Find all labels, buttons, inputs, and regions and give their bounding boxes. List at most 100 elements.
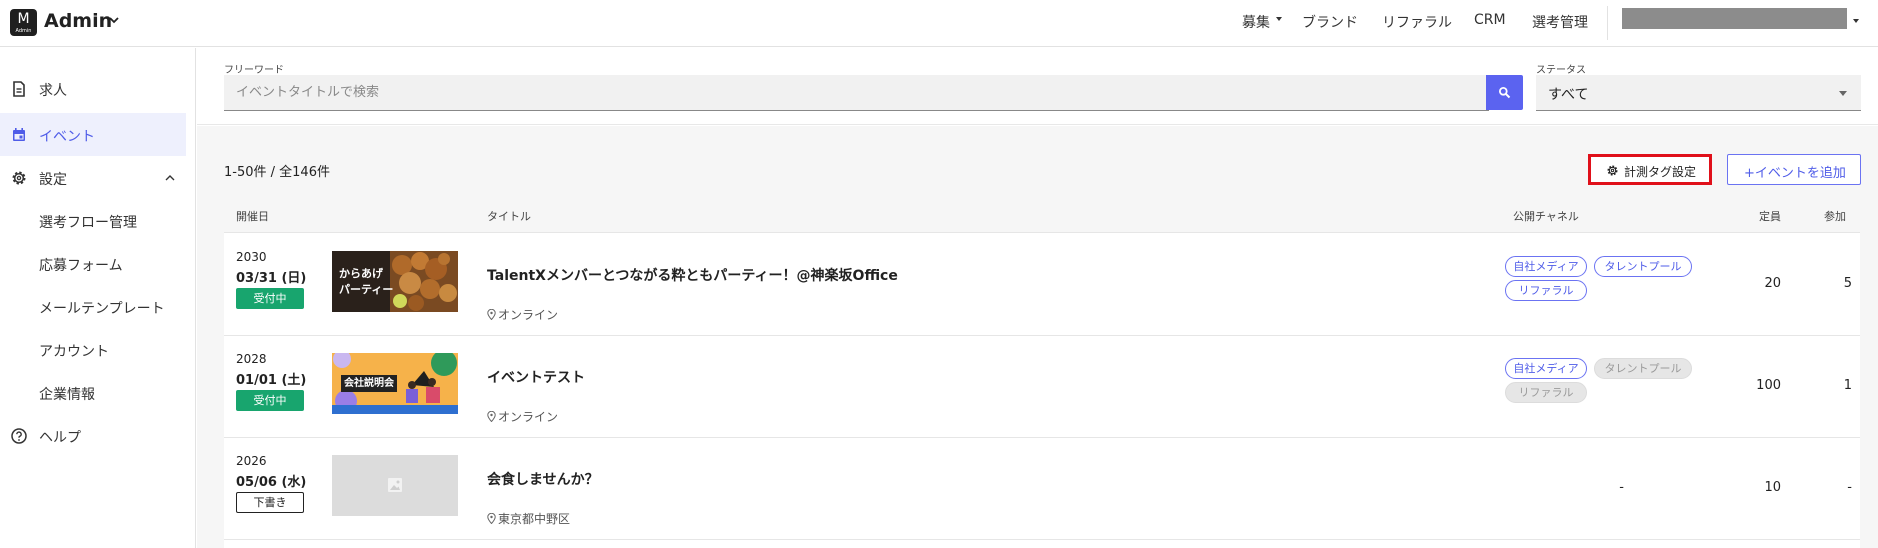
keyword-field — [224, 75, 1489, 111]
table-header: 開催日 タイトル 公開チャネル 定員 参加 — [224, 198, 1860, 233]
chevron-up-icon[interactable] — [164, 172, 176, 184]
nav-divider — [1607, 6, 1608, 40]
event-capacity: 20 — [1764, 276, 1781, 291]
button-label: +イベントを追加 — [1744, 166, 1846, 181]
calendar-icon — [13, 128, 25, 141]
event-title[interactable]: 会食しませんか？ — [487, 469, 599, 489]
column-header-capacity: 定員 — [1759, 210, 1781, 223]
result-count: 1-50件 / 全146件 — [224, 165, 330, 180]
channel-chip-referral: リファラル — [1505, 280, 1587, 301]
location-text: オンライン — [498, 410, 559, 424]
sidebar-item-help[interactable]: ヘルプ — [0, 414, 186, 457]
sidebar-item-label: 求人 — [39, 83, 67, 99]
location-text: オンライン — [498, 308, 559, 322]
table-row[interactable]: 2030 03/31 (日) 受付中 からあげ パーティー TalentXメンバ… — [224, 234, 1860, 336]
help-icon — [11, 428, 27, 444]
channel-chip-talent-pool: タレントプール — [1594, 256, 1692, 277]
sidebar-sub-company[interactable]: 企業情報 — [39, 384, 95, 404]
sidebar-sub-account[interactable]: アカウント — [39, 341, 109, 361]
logo-letter: M — [17, 11, 30, 27]
thumbnail-text-2: パーティー — [339, 283, 394, 296]
event-location: オンライン — [487, 306, 558, 323]
event-thumbnail-placeholder[interactable] — [332, 455, 458, 516]
location-pin-icon — [487, 411, 496, 422]
table-row[interactable]: 2026 05/06 (水) 下書き 会食しませんか？ 東京都中野区 - 10 … — [224, 438, 1860, 540]
status-badge: 下書き — [236, 492, 304, 513]
search-button[interactable] — [1486, 75, 1523, 110]
event-capacity: 100 — [1756, 378, 1781, 393]
topnav-selection[interactable]: 選考管理 — [1532, 12, 1588, 32]
channel-chip-owned-media: 自社メディア — [1505, 358, 1587, 379]
column-header-title: タイトル — [487, 210, 531, 223]
top-bar: M Admin Admin 募集 ブランド リファラル CRM 選考管理 — [0, 0, 1878, 47]
event-participants: 1 — [1843, 378, 1852, 393]
gear-icon — [12, 171, 26, 185]
sidebar-item-settings[interactable]: 設定 — [0, 156, 186, 199]
search-icon — [1499, 87, 1511, 99]
table-row[interactable]: 2028 01/01 (土) 受付中 会社説明会 イベントテスト オンライン 自… — [224, 336, 1860, 438]
sidebar-sub-flow[interactable]: 選考フロー管理 — [39, 212, 137, 232]
search-input[interactable] — [236, 75, 1476, 110]
topnav-brand[interactable]: ブランド — [1302, 12, 1358, 32]
location-text: 東京都中野区 — [498, 512, 571, 526]
caret-down-icon[interactable] — [1276, 17, 1282, 21]
status-label: ステータス — [1536, 65, 1586, 76]
channel-chip-talent-pool: タレントプール — [1594, 358, 1692, 379]
thumbnail-text-1: 会社説明会 — [341, 375, 397, 392]
sidebar-sub-mail-template[interactable]: メールテンプレート — [39, 298, 165, 318]
column-header-participants: 参加 — [1824, 210, 1846, 223]
event-channels-empty: - — [1619, 480, 1624, 495]
event-date: 03/31 (日) — [236, 271, 307, 286]
app-logo[interactable]: M Admin — [10, 9, 37, 36]
topnav-referral[interactable]: リファラル — [1382, 12, 1452, 32]
document-icon — [13, 81, 25, 97]
sidebar-item-label: イベント — [39, 129, 95, 145]
events-table: 開催日 タイトル 公開チャネル 定員 参加 2030 03/31 (日) 受付中… — [224, 198, 1860, 548]
column-header-date: 開催日 — [236, 210, 269, 223]
sidebar-item-jobs[interactable]: 求人 — [0, 67, 186, 110]
logo-sub: Admin — [15, 28, 32, 34]
topnav-recruit[interactable]: 募集 — [1242, 12, 1270, 32]
status-badge: 受付中 — [236, 288, 304, 309]
sidebar-item-label: 設定 — [39, 172, 67, 188]
event-location: 東京都中野区 — [487, 510, 570, 527]
column-header-channel: 公開チャネル — [1513, 210, 1579, 223]
caret-down-icon — [1839, 91, 1847, 96]
event-location: オンライン — [487, 408, 558, 425]
event-participants: - — [1847, 480, 1852, 495]
event-capacity: 10 — [1764, 480, 1781, 495]
image-placeholder-icon — [388, 478, 402, 492]
button-label: 計測タグ設定 — [1624, 165, 1697, 179]
keyword-label: フリーワード — [224, 65, 284, 76]
event-participants: 5 — [1843, 276, 1852, 291]
event-thumbnail[interactable]: からあげ パーティー — [332, 251, 458, 312]
event-title[interactable]: TalentXメンバーとつながる粋ともパーティー！@神楽坂Office — [487, 265, 898, 285]
event-title[interactable]: イベントテスト — [487, 367, 585, 387]
event-year: 2026 — [236, 454, 267, 468]
event-thumbnail[interactable]: 会社説明会 — [332, 353, 458, 414]
event-year: 2030 — [236, 250, 267, 264]
sidebar-item-label: ヘルプ — [39, 430, 81, 446]
status-selected-value: すべて — [1548, 87, 1589, 103]
sidebar-sub-form[interactable]: 応募フォーム — [39, 255, 123, 275]
table-row — [224, 540, 1860, 548]
add-event-button[interactable]: +イベントを追加 — [1727, 154, 1861, 185]
caret-down-icon[interactable] — [1853, 19, 1859, 23]
account-menu-redacted[interactable] — [1622, 8, 1847, 29]
sidebar: 求人 イベント 設定 選考フロー管理 応募フォーム メールテンプレート アカウン… — [0, 48, 196, 548]
sidebar-item-events[interactable]: イベント — [0, 113, 186, 156]
event-year: 2028 — [236, 352, 267, 366]
channel-chip-owned-media: 自社メディア — [1505, 256, 1587, 277]
status-badge: 受付中 — [236, 390, 304, 411]
status-select[interactable]: すべて — [1536, 75, 1861, 111]
thumbnail-text-1: からあげ — [339, 267, 383, 280]
location-pin-icon — [487, 513, 496, 524]
location-pin-icon — [487, 309, 496, 320]
event-date: 05/06 (水) — [236, 475, 307, 490]
tracking-tag-settings-button[interactable]: 計測タグ設定 — [1588, 154, 1712, 185]
gear-icon — [1607, 165, 1618, 176]
topnav-crm[interactable]: CRM — [1474, 12, 1506, 28]
app-title[interactable]: Admin — [44, 10, 112, 32]
chevron-down-icon[interactable] — [108, 14, 120, 26]
channel-chip-referral: リファラル — [1505, 382, 1587, 403]
